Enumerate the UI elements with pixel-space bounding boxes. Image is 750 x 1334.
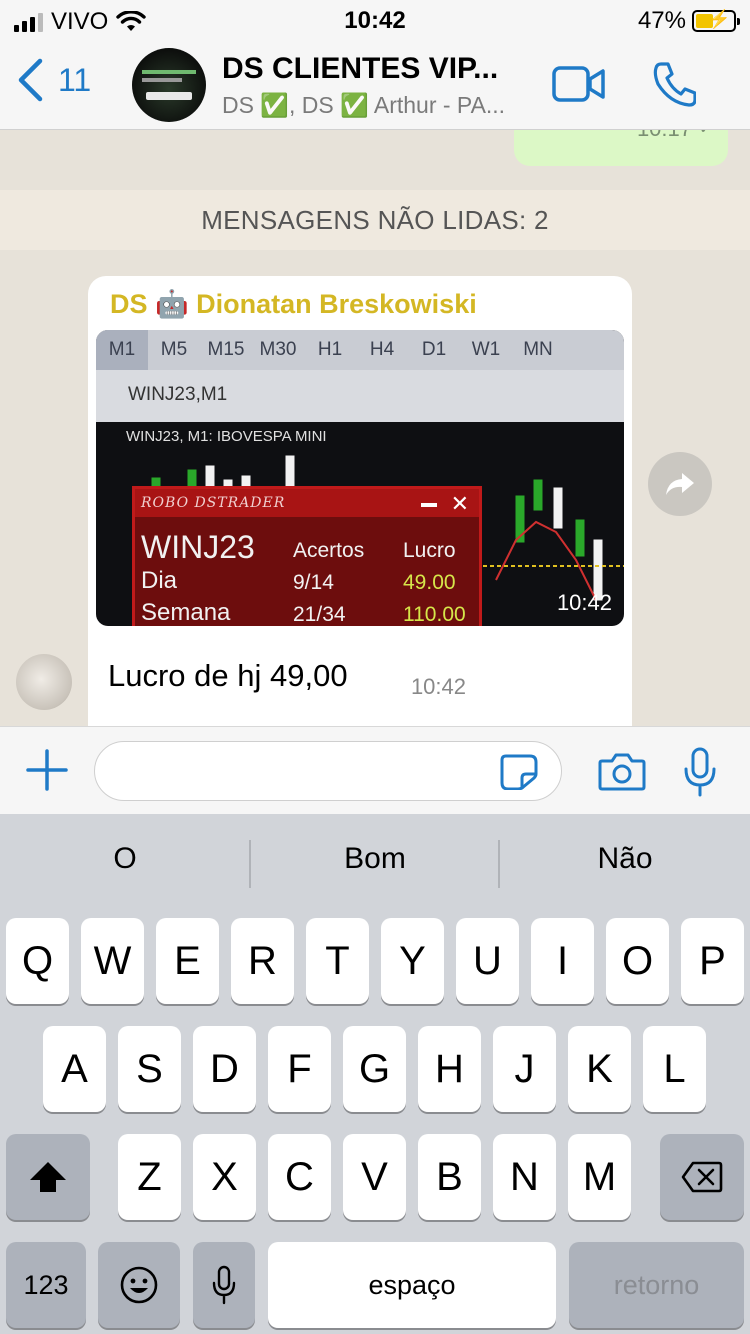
battery-icon: ⚡ [692, 9, 740, 32]
key-h[interactable]: H [418, 1026, 481, 1112]
microphone-icon[interactable] [682, 747, 718, 797]
status-bar: VIVO 10:42 47% ⚡ [0, 0, 750, 40]
key-w[interactable]: W [81, 918, 144, 1004]
timeframe-label: H1 [317, 339, 343, 360]
symbol-label: WINJ23,M1 [96, 370, 624, 422]
row-label: Dia [141, 567, 178, 594]
shift-key[interactable] [6, 1134, 90, 1220]
input-bar [0, 726, 750, 814]
unread-count: 11 [58, 61, 92, 98]
back-button[interactable]: 11 [16, 58, 91, 102]
timeframe-label: D1 [421, 339, 447, 360]
suggestion[interactable]: O [0, 842, 250, 876]
row-acertos: 21/34 [293, 603, 346, 626]
key-k[interactable]: K [568, 1026, 631, 1112]
numbers-key[interactable]: 123 [6, 1242, 86, 1328]
space-key[interactable]: espaço [268, 1242, 556, 1328]
message-input[interactable] [94, 741, 562, 801]
chat-header: 11 DS CLIENTES VIP... DS ✅, DS ✅ Arthur … [0, 40, 750, 130]
key-f[interactable]: F [268, 1026, 331, 1112]
microphone-icon [212, 1265, 236, 1305]
sender-avatar[interactable] [16, 654, 72, 710]
key-z[interactable]: Z [118, 1134, 181, 1220]
suggestion-bar: O Bom Não [0, 814, 750, 914]
key-n[interactable]: N [493, 1134, 556, 1220]
timeframe-label: MN [523, 339, 553, 360]
dictation-key[interactable] [193, 1242, 255, 1328]
key-j[interactable]: J [493, 1026, 556, 1112]
key-g[interactable]: G [343, 1026, 406, 1112]
sticker-icon[interactable] [500, 754, 538, 790]
unread-banner: MENSAGENS NÃO LIDAS: 2 [0, 190, 750, 250]
key-e[interactable]: E [156, 918, 219, 1004]
message-time: 10:17 [637, 130, 692, 142]
robot-symbol: WINJ23 [141, 529, 255, 565]
text-message[interactable]: Lucro de hj 49,00 10:42 [88, 642, 488, 712]
key-t[interactable]: T [306, 918, 369, 1004]
key-u[interactable]: U [456, 918, 519, 1004]
checkmark-icon: ✓ [698, 130, 716, 140]
keyboard: O Bom Não Q W E R T Y U I O P A S D F G … [0, 814, 750, 1334]
timeframe-label: M5 [160, 339, 188, 360]
battery-info: 47% ⚡ [637, 7, 740, 35]
key-q[interactable]: Q [6, 918, 69, 1004]
key-l[interactable]: L [643, 1026, 706, 1112]
robot-panel: ROBO DSTRADER ✕ WINJ23 Acertos Lucro Dia… [132, 486, 482, 626]
message-text: Lucro de hj 49,00 [108, 658, 348, 693]
phone-icon[interactable] [652, 60, 696, 108]
key-y[interactable]: Y [381, 918, 444, 1004]
key-p[interactable]: P [681, 918, 744, 1004]
timeframe-label: M15 [207, 339, 245, 360]
key-o[interactable]: O [606, 918, 669, 1004]
row-acertos: 9/14 [293, 571, 334, 594]
timeframe-label: H4 [369, 339, 395, 360]
shift-icon [30, 1162, 66, 1192]
timeframe-label: M1 [96, 330, 148, 370]
group-members[interactable]: DS ✅, DS ✅ Arthur - PA... [222, 92, 505, 119]
col-acertos: Acertos [293, 539, 365, 562]
forward-icon [666, 473, 694, 495]
row-lucro: 110.00 [403, 603, 466, 626]
close-icon: ✕ [450, 491, 469, 516]
sender-name[interactable]: DS 🤖 Dionatan Breskowiski [110, 288, 477, 320]
col-lucro: Lucro [403, 539, 456, 562]
video-call-icon[interactable] [552, 62, 606, 106]
minimize-icon [421, 503, 437, 507]
key-x[interactable]: X [193, 1134, 256, 1220]
key-d[interactable]: D [193, 1026, 256, 1112]
camera-icon[interactable] [598, 751, 646, 791]
backspace-key[interactable] [660, 1134, 744, 1220]
timeframe-bar: M1 M5 M15 M30 H1 H4 D1 W1 MN [96, 330, 624, 370]
key-c[interactable]: C [268, 1134, 331, 1220]
chat-area[interactable]: 10:17 ✓ MENSAGENS NÃO LIDAS: 2 DS 🤖 Dion… [0, 130, 750, 726]
return-key[interactable]: retorno [569, 1242, 744, 1328]
key-i[interactable]: I [531, 918, 594, 1004]
message-time: 10:42 [410, 674, 466, 699]
row-lucro: 49.00 [403, 571, 456, 594]
suggestion[interactable]: Bom [250, 842, 500, 876]
group-title[interactable]: DS CLIENTES VIP... [222, 52, 498, 86]
timeframe-label: W1 [471, 339, 501, 360]
group-avatar[interactable] [132, 48, 206, 122]
backspace-icon [681, 1161, 723, 1193]
plus-icon[interactable] [26, 749, 68, 791]
key-r[interactable]: R [231, 918, 294, 1004]
emoji-icon [120, 1266, 158, 1304]
key-b[interactable]: B [418, 1134, 481, 1220]
row-label: Semana [141, 599, 231, 626]
trading-screenshot[interactable]: M1 M5 M15 M30 H1 H4 D1 W1 MN WINJ23,M1 W… [96, 330, 624, 626]
back-chevron-icon [18, 58, 43, 102]
key-m[interactable]: M [568, 1134, 631, 1220]
forward-button[interactable] [648, 452, 712, 516]
message-time: 10:42 [556, 590, 612, 615]
suggestion[interactable]: Não [500, 842, 750, 876]
timeframe-label: M30 [259, 339, 297, 360]
emoji-key[interactable] [98, 1242, 180, 1328]
outgoing-message[interactable]: 10:17 ✓ [514, 130, 728, 166]
key-s[interactable]: S [118, 1026, 181, 1112]
battery-percent: 47% [637, 7, 686, 34]
key-a[interactable]: A [43, 1026, 106, 1112]
key-v[interactable]: V [343, 1134, 406, 1220]
